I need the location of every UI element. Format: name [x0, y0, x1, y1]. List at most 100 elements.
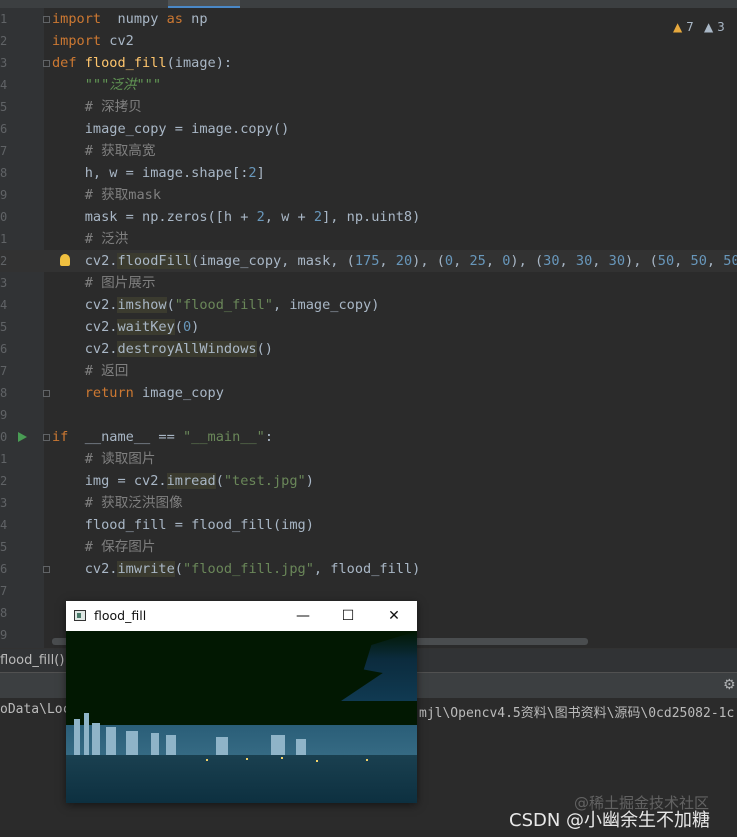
image-coast-region [341, 631, 417, 701]
image-building [151, 733, 159, 755]
code-token: "__main__" [182, 429, 265, 445]
line-number: 6 [0, 122, 8, 136]
fold-marker-icon[interactable] [43, 16, 50, 23]
line-number: 9 [0, 188, 8, 202]
code-token: , [379, 253, 396, 269]
code-text: # 图片展示 [52, 272, 156, 294]
image-building [166, 735, 176, 755]
code-line[interactable]: 2 cv2.floodFill(image_copy, mask, (175, … [0, 250, 737, 272]
run-icon[interactable] [18, 432, 27, 442]
code-token: mask = np.zeros([h + [52, 209, 257, 225]
line-number: 3 [0, 56, 8, 70]
code-token: 30 [608, 253, 626, 269]
code-line[interactable]: 6 image_copy = image.copy() [0, 118, 737, 140]
code-token: "flood_fill.jpg" [182, 561, 314, 577]
window-title-bar[interactable]: flood_fill — ☐ ✕ [66, 601, 417, 631]
code-line[interactable]: 6 cv2.imwrite("flood_fill.jpg", flood_fi… [0, 558, 737, 580]
code-text: # 返回 [52, 360, 129, 382]
flood-fill-result-image [66, 631, 417, 803]
code-line[interactable]: 5 # 保存图片 [0, 536, 737, 558]
image-light [281, 757, 283, 759]
code-token: import [52, 11, 102, 27]
fold-marker-icon[interactable] [43, 566, 50, 573]
code-token: "flood_fill" [174, 297, 273, 313]
code-token: flood_fill = flood_fill(img) [52, 517, 314, 533]
line-number: 2 [0, 254, 8, 268]
code-line[interactable]: 7 # 获取高宽 [0, 140, 737, 162]
code-token: cv2. [52, 341, 118, 357]
code-line[interactable]: 9 # 获取mask [0, 184, 737, 206]
fold-marker-icon[interactable] [43, 390, 50, 397]
code-line[interactable]: 4 cv2.imshow("flood_fill", image_copy) [0, 294, 737, 316]
line-number: 5 [0, 100, 8, 114]
breadcrumb-function[interactable]: flood_fill() [0, 653, 64, 668]
code-token: # 获取泛洪图像 [84, 495, 183, 511]
code-text: h, w = image.shape[:2] [52, 162, 265, 184]
code-token: : [264, 429, 273, 445]
editor-tab-strip [0, 0, 737, 8]
code-line[interactable]: 9 [0, 404, 737, 426]
code-token: ), ( [412, 253, 445, 269]
code-line[interactable]: 7 [0, 580, 737, 602]
code-line[interactable]: 0 if __name__ == "__main__": [0, 426, 737, 448]
code-token: 50 [657, 253, 675, 269]
code-line[interactable]: 4 flood_fill = flood_fill(img) [0, 514, 737, 536]
code-token: numpy [101, 11, 167, 27]
code-line[interactable]: 6 cv2.destroyAllWindows() [0, 338, 737, 360]
line-number: 9 [0, 408, 8, 422]
line-number: 4 [0, 298, 8, 312]
code-token: ( [174, 319, 183, 335]
active-editor-tab[interactable] [168, 0, 240, 8]
code-line[interactable]: 2 img = cv2.imread("test.jpg") [0, 470, 737, 492]
code-line[interactable]: 4 """泛洪""" [0, 74, 737, 96]
code-line[interactable]: 7 # 返回 [0, 360, 737, 382]
console-path-left: oData\Loc [0, 702, 71, 717]
maximize-button[interactable]: ☐ [335, 605, 361, 627]
code-line[interactable]: 3 # 图片展示 [0, 272, 737, 294]
code-token: __name__ == [76, 429, 183, 445]
code-token: destroyAllWindows [117, 341, 257, 357]
code-line[interactable]: 1 # 泛洪 [0, 228, 737, 250]
window-title: flood_fill [94, 608, 147, 623]
image-building [106, 727, 116, 755]
close-button[interactable]: ✕ [381, 605, 407, 627]
lightbulb-icon[interactable] [60, 254, 70, 266]
image-building [84, 713, 89, 755]
fold-marker-icon[interactable] [43, 60, 50, 67]
code-line[interactable]: 2 import cv2 [0, 30, 737, 52]
fold-marker-icon[interactable] [43, 434, 50, 441]
code-token: 25 [469, 253, 486, 269]
code-line[interactable]: 8 return image_copy [0, 382, 737, 404]
code-token: def [52, 55, 85, 71]
code-line[interactable]: 3 # 获取泛洪图像 [0, 492, 737, 514]
code-token: 30 [543, 253, 560, 269]
code-line[interactable]: 1 import numpy as np [0, 8, 737, 30]
code-token: ), ( [510, 253, 544, 269]
code-line[interactable]: 8 h, w = image.shape[:2] [0, 162, 737, 184]
code-token: # 返回 [84, 363, 129, 379]
code-token: if [52, 429, 77, 445]
minimize-button[interactable]: — [290, 605, 316, 627]
code-text: # 读取图片 [52, 448, 156, 470]
csdn-watermark: CSDN @小幽余生不加糖 [509, 810, 711, 831]
code-text: cv2.floodFill(image_copy, mask, (175, 20… [52, 250, 737, 272]
code-line[interactable]: 3 def flood_fill(image): [0, 52, 737, 74]
gear-icon[interactable]: ⚙ [723, 677, 737, 693]
line-number: 3 [0, 276, 8, 290]
code-line[interactable]: 5 cv2.waitKey(0) [0, 316, 737, 338]
flood-fill-window[interactable]: flood_fill — ☐ ✕ [66, 601, 417, 803]
image-light [206, 759, 208, 761]
code-token: () [256, 341, 273, 357]
code-line[interactable]: 5 # 深拷贝 [0, 96, 737, 118]
code-line[interactable]: 0 mask = np.zeros([h + 2, w + 2], np.uin… [0, 206, 737, 228]
code-token: import [52, 33, 102, 49]
line-number: 7 [0, 364, 8, 378]
image-light [316, 760, 318, 762]
code-line[interactable]: 1 # 读取图片 [0, 448, 737, 470]
code-token: # 泛洪 [84, 231, 129, 247]
